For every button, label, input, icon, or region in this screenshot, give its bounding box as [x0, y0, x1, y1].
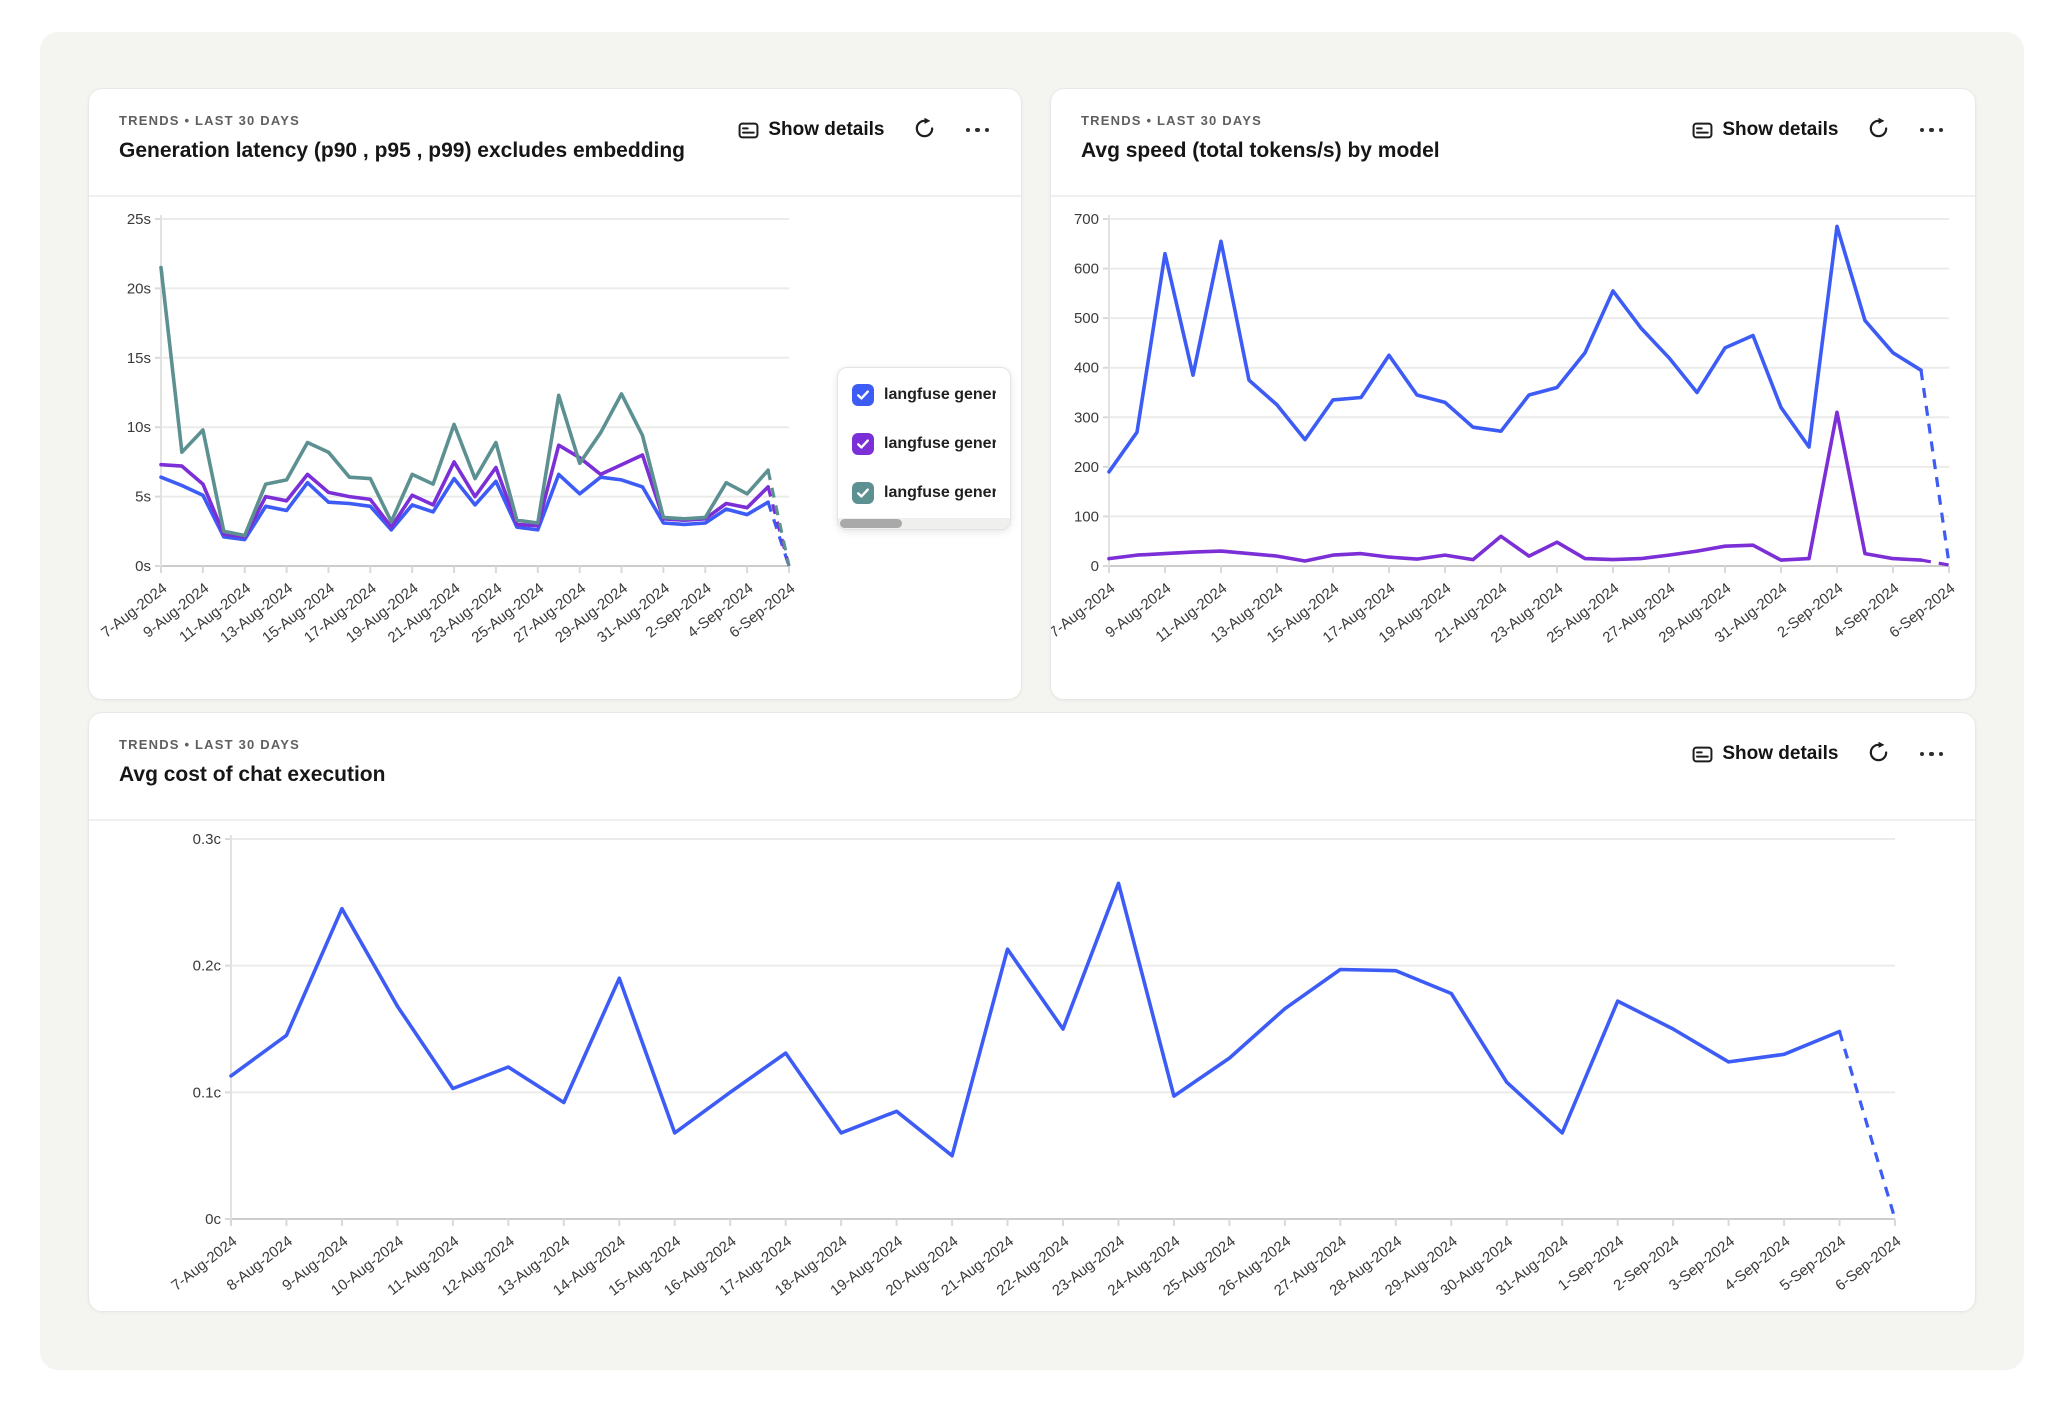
svg-text:10s: 10s — [127, 419, 151, 436]
card-title: Avg cost of chat execution — [119, 763, 385, 787]
more-options-button[interactable] — [1918, 124, 1946, 137]
dashboard-page: TRENDS • LAST 30 DAYS Generation latency… — [0, 0, 2064, 1402]
svg-text:0.3c: 0.3c — [193, 831, 222, 848]
more-options-button[interactable] — [964, 124, 992, 137]
legend-checkbox-checked-icon[interactable] — [852, 482, 874, 504]
card-avg-cost: TRENDS • LAST 30 DAYS Avg cost of chat e… — [88, 712, 1976, 1312]
legend-items: langfuse genera langfuse genera langfuse g… — [838, 368, 1010, 518]
svg-text:20s: 20s — [127, 280, 151, 297]
card-header: TRENDS • LAST 30 DAYS Avg cost of chat e… — [89, 713, 1975, 821]
svg-text:0.1c: 0.1c — [193, 1084, 222, 1101]
card-title: Avg speed (total tokens/s) by model — [1081, 139, 1440, 163]
avg-speed-chart[interactable]: 01002003004005006007007-Aug-20249-Aug-20… — [1051, 199, 1976, 695]
card-header: TRENDS • LAST 30 DAYS Generation latency… — [89, 89, 1021, 197]
card-eyebrow: TRENDS • LAST 30 DAYS — [119, 737, 385, 752]
card-generation-latency: TRENDS • LAST 30 DAYS Generation latency… — [88, 88, 1022, 700]
svg-text:5s: 5s — [135, 489, 151, 506]
svg-text:0s: 0s — [135, 558, 151, 575]
svg-text:0: 0 — [1091, 558, 1099, 575]
show-details-button[interactable]: Show details — [738, 119, 884, 141]
refresh-icon — [1867, 117, 1890, 140]
svg-text:0c: 0c — [205, 1211, 221, 1228]
refresh-icon — [913, 117, 936, 140]
card-header-text: TRENDS • LAST 30 DAYS Avg speed (total t… — [1081, 113, 1440, 163]
show-details-button[interactable]: Show details — [1692, 119, 1838, 141]
card-header-text: TRENDS • LAST 30 DAYS Generation latency… — [119, 113, 685, 163]
show-details-label: Show details — [1722, 743, 1838, 765]
card-controls: Show details — [1692, 741, 1945, 767]
svg-text:500: 500 — [1074, 310, 1099, 327]
card-controls: Show details — [738, 117, 991, 143]
legend-checkbox-checked-icon[interactable] — [852, 384, 874, 406]
legend-scrollbar[interactable] — [838, 518, 1010, 529]
show-details-button[interactable]: Show details — [1692, 743, 1838, 765]
card-avg-speed: TRENDS • LAST 30 DAYS Avg speed (total t… — [1050, 88, 1976, 700]
details-card-icon — [738, 120, 759, 141]
refresh-icon — [1867, 741, 1890, 764]
svg-text:200: 200 — [1074, 459, 1099, 476]
dashboard-panel: TRENDS • LAST 30 DAYS Generation latency… — [40, 32, 2024, 1370]
details-card-icon — [1692, 120, 1713, 141]
more-options-button[interactable] — [1918, 748, 1946, 761]
card-body: 0c0.1c0.2c0.3c7-Aug-20248-Aug-20249-Aug-… — [89, 821, 1975, 1311]
card-title: Generation latency (p90 , p95 , p99) exc… — [119, 139, 685, 163]
svg-text:100: 100 — [1074, 508, 1099, 525]
svg-text:700: 700 — [1074, 211, 1099, 228]
details-card-icon — [1692, 744, 1713, 765]
svg-text:15s: 15s — [127, 350, 151, 367]
legend-item[interactable]: langfuse genera — [852, 384, 996, 406]
refresh-button[interactable] — [1867, 117, 1890, 143]
legend-item-label: langfuse genera — [884, 386, 996, 404]
legend-item[interactable]: langfuse genera — [852, 433, 996, 455]
show-details-label: Show details — [1722, 119, 1838, 141]
refresh-button[interactable] — [913, 117, 936, 143]
avg-cost-chart[interactable]: 0c0.1c0.2c0.3c7-Aug-20248-Aug-20249-Aug-… — [89, 823, 1976, 1312]
legend-item-label: langfuse genera — [884, 484, 996, 502]
card-body: 01002003004005006007007-Aug-20249-Aug-20… — [1051, 197, 1975, 699]
legend-item[interactable]: langfuse genera — [852, 482, 996, 504]
card-body: 0s5s10s15s20s25s7-Aug-20249-Aug-202411-A… — [89, 197, 1021, 699]
card-eyebrow: TRENDS • LAST 30 DAYS — [119, 113, 685, 128]
card-header-text: TRENDS • LAST 30 DAYS Avg cost of chat e… — [119, 737, 385, 787]
svg-text:400: 400 — [1074, 360, 1099, 377]
legend-item-label: langfuse genera — [884, 435, 996, 453]
card-controls: Show details — [1692, 117, 1945, 143]
chart-legend: langfuse genera langfuse genera langfuse g… — [837, 367, 1011, 530]
refresh-button[interactable] — [1867, 741, 1890, 767]
card-eyebrow: TRENDS • LAST 30 DAYS — [1081, 113, 1440, 128]
svg-text:600: 600 — [1074, 261, 1099, 278]
show-details-label: Show details — [768, 119, 884, 141]
legend-checkbox-checked-icon[interactable] — [852, 433, 874, 455]
svg-text:25s: 25s — [127, 211, 151, 228]
legend-scrollbar-thumb[interactable] — [840, 519, 902, 528]
card-header: TRENDS • LAST 30 DAYS Avg speed (total t… — [1051, 89, 1975, 197]
svg-text:300: 300 — [1074, 409, 1099, 426]
svg-text:0.2c: 0.2c — [193, 958, 222, 975]
